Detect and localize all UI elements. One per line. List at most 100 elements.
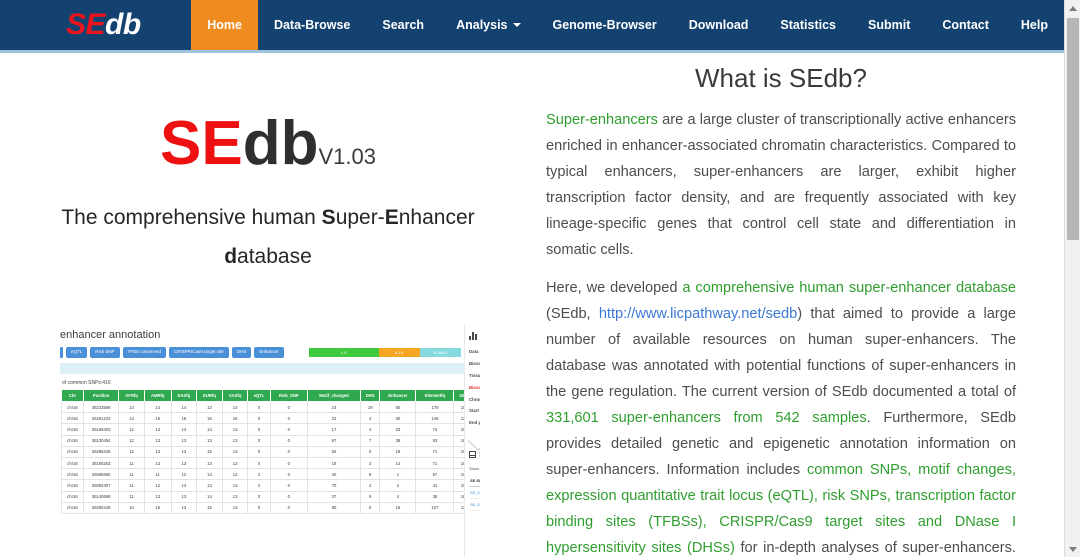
nav-label-submit: Submit <box>868 18 911 32</box>
hero-se-text: SE <box>160 109 243 178</box>
show-entries-row: Show 10▾ en <box>469 465 480 472</box>
nav-item-home[interactable]: Home <box>191 0 258 50</box>
table-cell: 12 <box>170 468 198 481</box>
carousel-indicators[interactable] <box>212 529 239 539</box>
table-cell: 36233569 <box>83 400 120 414</box>
table-col-11: Enhancer <box>379 389 417 402</box>
table-col-3: AMRfq <box>143 389 172 402</box>
nav-item-submit[interactable]: Submit <box>852 0 926 50</box>
table-row: chr16361304541213131313006773893164 <box>60 434 475 447</box>
table-cell: 13 <box>170 479 198 492</box>
table-cell: 36159403 <box>83 423 120 436</box>
table-row: chr1636085680111112141220409157109 <box>60 468 475 481</box>
overview-field-4: Chromosome: <box>469 396 480 402</box>
nav-item-genome-browser[interactable]: Genome-Browser <box>537 0 673 50</box>
table-cell: 107 <box>415 501 455 514</box>
nav-items: Home Data-Browse Search Analysis Genome-… <box>191 0 1064 50</box>
nav-item-statistics[interactable]: Statistics <box>764 0 852 50</box>
table-cell: 13 <box>196 456 223 470</box>
table-cell: 13 <box>143 490 172 503</box>
tag-button-eqtl[interactable]: eQTL <box>66 347 88 358</box>
table-row: chr1636233569141414121400241960179199 <box>60 400 475 414</box>
table-cell: 17 <box>306 423 362 436</box>
legend-1-5: 1-5 <box>308 348 379 357</box>
table-cell: 7 <box>360 434 381 447</box>
chevron-up-icon <box>1069 5 1077 11</box>
tagline-pre: The comprehensive human <box>61 206 322 229</box>
scroll-down-button[interactable] <box>1065 541 1080 557</box>
nav-item-analysis[interactable]: Analysis <box>440 0 536 50</box>
table-cell: 13 <box>170 434 198 447</box>
carousel-indicator-2[interactable] <box>229 529 239 539</box>
table-cell: 14 <box>196 468 223 481</box>
highlight-super-enhancers: Super-enhancers <box>546 112 658 128</box>
tagline-d: d <box>224 244 238 268</box>
color-legend: 1-5 6-10 10-MAX <box>308 348 461 357</box>
table-cell: 12 <box>143 479 172 492</box>
tag-button-crispr[interactable]: CRISPR/Cas9 target site <box>169 347 229 358</box>
scrollbar-thumb[interactable] <box>1067 18 1079 240</box>
tag-button-enhancer[interactable]: Enhancer <box>254 347 284 358</box>
table-col-0: Chr <box>60 389 85 402</box>
table-cell: 0 <box>269 456 308 470</box>
table-cell: 11 <box>143 468 172 481</box>
table-cell: 15 <box>196 445 223 458</box>
table-row: chr163626024910151315130080516107116 <box>60 501 475 514</box>
table-cell: 93 <box>415 434 455 447</box>
carousel-screenshot[interactable]: enhancer annotation eQTL Risk SNP TFBS c… <box>56 325 480 557</box>
table-cell: 2 <box>379 479 417 492</box>
tagline-s: S <box>321 206 336 229</box>
nav-item-contact[interactable]: Contact <box>926 0 1005 50</box>
list-item[interactable]: SE_01_85000002 <box>469 498 480 512</box>
page-scrollbar[interactable] <box>1064 0 1080 557</box>
tag-button-tfbs[interactable]: TFBS conserved <box>122 347 167 358</box>
tag-button-dhs[interactable]: DHS <box>231 347 252 358</box>
table-cell: 36261223 <box>83 412 120 425</box>
table-cell: 10 <box>118 501 145 514</box>
carousel-indicator-1[interactable] <box>212 529 222 539</box>
table-col-2: AFRfq <box>118 389 145 402</box>
table-cell: chr16 <box>60 501 85 514</box>
table-cell: 57 <box>415 468 455 481</box>
table-cell: 14 <box>196 423 223 436</box>
table-cell: 13 <box>143 445 172 458</box>
se-id-link[interactable]: SE_01_85000001 <box>469 486 480 500</box>
table-cell: 19 <box>379 445 417 458</box>
se-id-link[interactable]: SE_01_85000002 <box>469 498 480 512</box>
table-cell: 31 <box>306 412 362 425</box>
site-logo[interactable]: SE db <box>0 0 191 50</box>
table-cell: 14 <box>379 456 417 470</box>
overview-field-3: Biosample name: <box>469 384 480 390</box>
table-cell: 14 <box>196 490 223 503</box>
bar-chart-icon <box>469 331 477 340</box>
table-cell: 14 <box>170 400 198 414</box>
nav-label-contact: Contact <box>942 18 989 32</box>
nav-item-data-browse[interactable]: Data-Browse <box>258 0 366 50</box>
overview-panel-heading: Overvi <box>469 331 480 340</box>
main-content: SEdbV1.03 The comprehensive human Super-… <box>0 53 1064 557</box>
table-cell: 36160253 <box>83 456 120 470</box>
tagline-nhancer: nhancer <box>398 206 475 229</box>
info-strip <box>60 363 476 374</box>
table-row: chr1636140669111313141300379438164 <box>60 490 475 503</box>
list-item[interactable]: SE_01_85000001 <box>469 486 480 500</box>
table-cell: 15 <box>196 501 223 514</box>
overview-field-1: Biosample type: <box>469 361 480 367</box>
nav-item-download[interactable]: Download <box>673 0 765 50</box>
tag-button-risk-snp[interactable]: Risk SNP <box>90 347 120 358</box>
table-icon <box>469 451 476 459</box>
tagline-atabase: atabase <box>237 244 312 268</box>
scroll-up-button[interactable] <box>1065 0 1080 16</box>
table-col-6: SASfq <box>221 389 249 402</box>
table-cell: 13 <box>170 456 198 470</box>
nav-item-help[interactable]: Help <box>1005 0 1064 50</box>
top-navigation-bar: SE db Home Data-Browse Search Analysis Ge… <box>0 0 1064 50</box>
sedb-website-link[interactable]: http://www.licpathway.net/sedb <box>599 306 797 322</box>
table-cell: 0 <box>269 412 308 425</box>
table-cell: 60 <box>379 400 417 414</box>
table-cell: 0 <box>269 445 308 458</box>
nav-item-search[interactable]: Search <box>366 0 440 50</box>
table-cell: 0 <box>247 434 271 447</box>
nav-label-genome-browser: Genome-Browser <box>552 18 657 32</box>
annotation-button-row: eQTL Risk SNP TFBS conserved CRISPR/Cas9… <box>56 347 480 358</box>
